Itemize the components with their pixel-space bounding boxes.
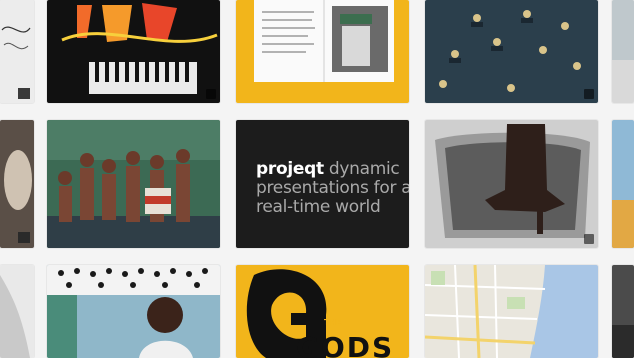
gallery-tile-edge-dark[interactable]	[612, 265, 634, 358]
gallery-tile-edge[interactable]	[612, 0, 634, 103]
expand-icon	[206, 89, 216, 99]
gallery-tile-dog[interactable]	[0, 120, 34, 248]
gallery-tile-gods-poster[interactable]: THE GODS	[236, 265, 409, 358]
svg-text:GODS: GODS	[296, 331, 394, 358]
gallery-tile-map[interactable]	[425, 265, 598, 358]
featured-headline: projeqt dynamic presentations for a real…	[256, 160, 409, 217]
gallery-tile-portrait[interactable]	[47, 265, 220, 358]
expand-icon	[584, 234, 594, 244]
gallery-tile-sketch[interactable]	[0, 0, 34, 103]
gallery-tile-candles[interactable]	[425, 0, 598, 103]
expand-icon	[584, 89, 594, 99]
svg-text:THE: THE	[324, 318, 342, 327]
brand-name: projeqt	[256, 159, 324, 179]
gallery-tile-edge-blue[interactable]	[612, 120, 634, 248]
gallery-tile-group-photo[interactable]	[47, 120, 220, 248]
gallery-tile-book[interactable]	[236, 0, 409, 103]
project-gallery: projeqt dynamic presentations for a real…	[0, 0, 634, 358]
gallery-tile-boot-chair[interactable]	[425, 120, 598, 248]
gallery-tile-graffiti[interactable]	[47, 0, 220, 103]
gallery-tile-projeqt-featured[interactable]: projeqt dynamic presentations for a real…	[236, 120, 409, 248]
gallery-tile-figure[interactable]	[0, 265, 34, 358]
